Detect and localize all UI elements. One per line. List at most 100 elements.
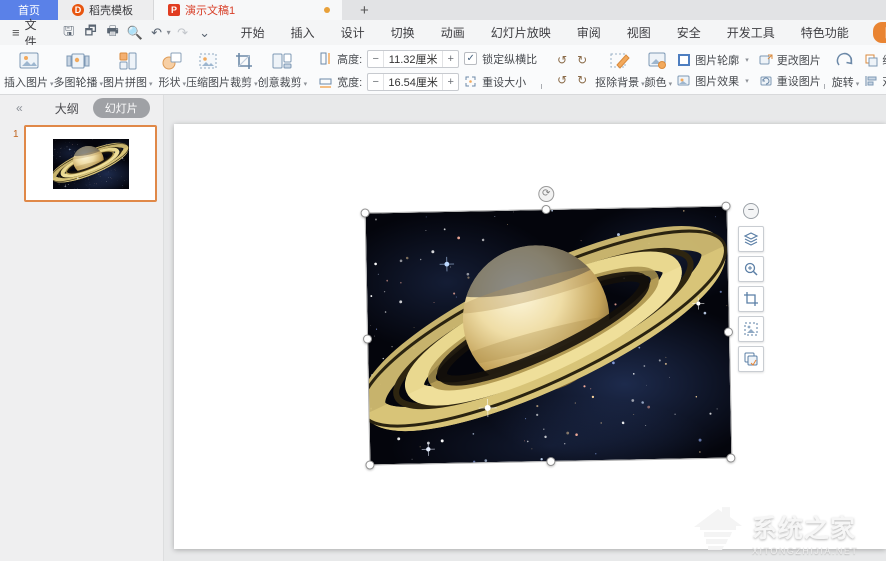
lock-aspect-ratio-checkbox[interactable]: ✓: [464, 52, 477, 65]
remove-background-icon: [609, 51, 631, 71]
group-icon: [864, 53, 878, 67]
shapes-icon: [161, 51, 183, 71]
menu-item-0[interactable]: 开始: [241, 24, 265, 41]
collapse-quick-toolbar-button[interactable]: −: [743, 203, 759, 219]
new-tab-button[interactable]: +: [360, 2, 369, 19]
compress-picture-button[interactable]: 压缩图片: [186, 48, 230, 92]
reset-picture-button[interactable]: 重设图片: [759, 73, 821, 89]
customize-toolbar-button[interactable]: ⌄: [195, 23, 215, 43]
menu-item-2[interactable]: 设计: [341, 24, 365, 41]
panel-tabs: « 大纲 幻灯片: [0, 95, 163, 121]
insert-picture-button[interactable]: 插入图片▾: [4, 48, 54, 92]
height-increment-button[interactable]: +: [442, 51, 458, 67]
menu-items: 开始 插入 设计 切换 动画 幻灯片放映 审阅 视图 安全 开发工具 特色功能: [241, 24, 849, 41]
dialog-launcher-icon[interactable]: [824, 84, 825, 89]
picture-outline-button[interactable]: 图片轮廓▾: [677, 52, 749, 68]
menu-item-5[interactable]: 幻灯片放映: [491, 24, 551, 41]
layers-button[interactable]: [738, 226, 764, 252]
width-increment-button[interactable]: +: [442, 74, 458, 90]
rotate-flip-grid: ↺ ↻ ↺ ↻: [549, 48, 595, 92]
align-button[interactable]: 对齐▾: [864, 73, 886, 89]
menu-item-1[interactable]: 插入: [291, 24, 315, 41]
multi-carousel-icon: [66, 51, 90, 71]
tab-outline[interactable]: 大纲: [55, 100, 79, 117]
crop-icon: [743, 291, 759, 307]
height-value[interactable]: 11.32厘米: [384, 51, 442, 67]
creative-crop-button[interactable]: 创意裁剪▾: [258, 48, 308, 92]
collapse-panel-icon[interactable]: «: [16, 101, 23, 115]
align-icon: [864, 74, 878, 88]
picture-outline-icon: [677, 53, 691, 67]
zoom-picture-button[interactable]: [738, 256, 764, 282]
width-label: 宽度:: [337, 74, 362, 90]
tab-picture-tools[interactable]: 图片工具: [873, 22, 886, 43]
insert-picture-icon: [18, 51, 40, 71]
creative-crop-icon: [271, 51, 293, 71]
duplicate-button[interactable]: [738, 346, 764, 372]
matting-button[interactable]: [738, 316, 764, 342]
picture-effects-button[interactable]: 图片效果▾: [677, 73, 749, 89]
height-icon: [319, 52, 332, 65]
save-button[interactable]: 🖫: [59, 23, 79, 43]
dialog-launcher-icon[interactable]: [541, 84, 542, 89]
rotate-icon: [835, 51, 855, 71]
change-picture-button[interactable]: 更改图片: [759, 52, 821, 68]
slide-canvas[interactable]: ⟳ −: [164, 95, 886, 561]
rotate-left-90-button[interactable]: ↺: [553, 51, 571, 69]
rotate-right-90-button[interactable]: ↻: [573, 51, 591, 69]
crop-picture-button[interactable]: [738, 286, 764, 312]
slide-thumbnail[interactable]: [24, 125, 157, 202]
resize-handle-top-right[interactable]: [721, 201, 730, 210]
flip-horizontal-button[interactable]: ↺: [553, 71, 571, 89]
undo-dropdown-icon[interactable]: ▾: [167, 28, 171, 37]
menu-item-8[interactable]: 安全: [677, 24, 701, 41]
resize-handle-top-center[interactable]: [541, 205, 550, 214]
menu-item-3[interactable]: 切换: [391, 24, 415, 41]
saturn-thumbnail-image: [53, 139, 129, 189]
layers-icon: [743, 231, 759, 247]
picture-tools-ribbon: 插入图片▾ 多图轮播▾ 图片拼图▾ 形状▾ 压缩图片: [0, 45, 886, 95]
width-value[interactable]: 16.54厘米: [384, 74, 442, 90]
menu-item-6[interactable]: 审阅: [577, 24, 601, 41]
size-fields-group: 高度: − 11.32厘米 + ✓ 锁定纵横比 宽度: − 16.54厘米 +: [313, 48, 543, 92]
flip-vertical-button[interactable]: ↻: [573, 71, 591, 89]
tab-active-document[interactable]: P 演示文稿1: [154, 0, 342, 20]
height-decrement-button[interactable]: −: [368, 51, 384, 67]
tab-slides[interactable]: 幻灯片: [93, 98, 150, 118]
tab-docer-label: 稻壳模板: [89, 2, 133, 18]
selected-picture[interactable]: ⟳: [366, 207, 732, 465]
content-area: « 大纲 幻灯片 1 ⟳: [0, 95, 886, 561]
redo-button[interactable]: ↷: [173, 23, 193, 43]
remove-background-button[interactable]: 抠除背景▾: [595, 48, 645, 92]
picture-collage-button[interactable]: 图片拼图▾: [103, 48, 153, 92]
slide-number: 1: [13, 129, 19, 140]
crop-button[interactable]: 裁剪▾: [230, 48, 258, 92]
menu-item-4[interactable]: 动画: [441, 24, 465, 41]
color-button[interactable]: 颜色▾: [645, 48, 673, 92]
print-preview-button[interactable]: 🔍: [125, 23, 145, 43]
picture-collage-icon: [117, 51, 139, 71]
shapes-button[interactable]: 形状▾: [159, 48, 187, 92]
menu-item-10[interactable]: 特色功能: [801, 24, 849, 41]
resize-handle-middle-left[interactable]: [363, 334, 372, 343]
group-align-stack: 组合▾ 对齐▾: [859, 48, 886, 92]
width-icon: [319, 75, 332, 88]
print-button[interactable]: 🖶: [103, 23, 123, 43]
tab-docer-templates[interactable]: D 稻壳模板: [58, 0, 154, 20]
menubar: ≡ 文件 🖫 🗗 🖶 🔍 ↶ ▾ ↷ ⌄ 开始插入设计切换动画幻灯片放映审阅视图…: [0, 20, 886, 45]
reset-size-button[interactable]: 重设大小: [482, 74, 526, 90]
export-button[interactable]: 🗗: [81, 23, 101, 43]
menu-item-9[interactable]: 开发工具: [727, 24, 775, 41]
undo-button[interactable]: ↶: [147, 23, 167, 43]
width-decrement-button[interactable]: −: [368, 74, 384, 90]
unsaved-dot-indicator: [324, 7, 330, 13]
lock-aspect-ratio-label: 锁定纵横比: [482, 51, 537, 67]
hamburger-icon: ≡: [12, 25, 20, 40]
group-button[interactable]: 组合▾: [864, 52, 886, 68]
saturn-image[interactable]: [366, 207, 732, 465]
menu-item-7[interactable]: 视图: [627, 24, 651, 41]
rotate-button[interactable]: 旋转▾: [832, 48, 860, 92]
multi-picture-carousel-button[interactable]: 多图轮播▾: [54, 48, 104, 92]
reset-picture-icon: [759, 74, 773, 88]
outline-effects-stack: 图片轮廓▾ 图片效果▾: [672, 48, 754, 92]
